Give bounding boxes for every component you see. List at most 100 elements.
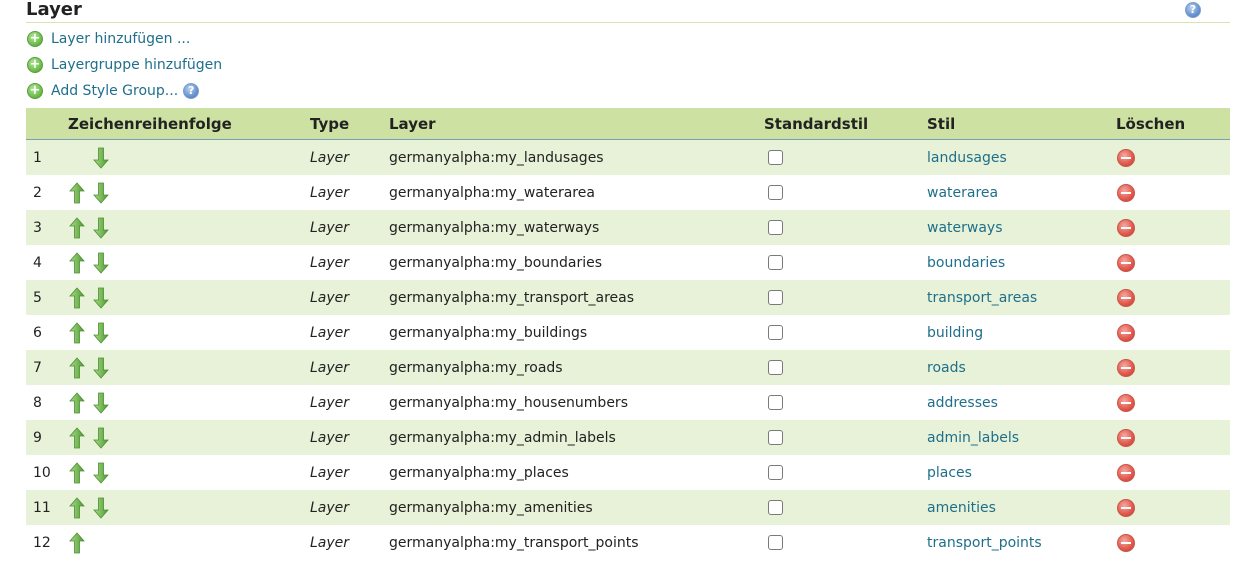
row-number: 12 [33,534,51,551]
style-cell: waterarea [927,175,998,210]
default-style-checkbox[interactable] [768,220,783,235]
row-number: 1 [33,149,42,166]
move-down-icon[interactable] [92,357,110,379]
layer-type: Layer [310,464,350,481]
layer-type: Layer [310,324,350,341]
move-down-icon[interactable] [92,497,110,519]
move-up-icon[interactable] [68,426,86,449]
style-link[interactable]: boundaries [927,255,1005,271]
move-down-icon[interactable] [92,427,110,449]
order-controls [68,140,116,175]
add-layer-link[interactable]: Layer hinzufügen ... [51,31,190,47]
delete-icon[interactable] [1117,358,1135,377]
order-controls [68,210,116,245]
add-style-group-link[interactable]: Add Style Group... [51,83,178,99]
table-row: 11 Layer germanyalpha:my_amenities amenitie… [26,490,1230,525]
table-row: 2 Layer germanyalpha:my_waterarea waterarea [26,175,1230,210]
style-link[interactable]: building [927,325,983,341]
move-up-icon[interactable] [68,531,86,554]
move-down-icon[interactable] [92,217,110,239]
layer-name: germanyalpha:my_admin_labels [389,429,616,446]
style-link[interactable]: waterways [927,220,1003,236]
move-up-icon[interactable] [68,251,86,274]
move-down-icon[interactable] [92,182,110,204]
delete-icon[interactable] [1117,533,1135,552]
delete-icon[interactable] [1117,288,1135,307]
add-layer-group-link[interactable]: Layergruppe hinzufügen [51,57,222,73]
help-icon[interactable]: ? [1185,2,1201,18]
delete-icon[interactable] [1117,463,1135,482]
table-row: 6 Layer germanyalpha:my_buildings building [26,315,1230,350]
delete-icon[interactable] [1117,393,1135,412]
default-style-cell [764,315,783,350]
order-controls [68,385,116,420]
add-style-group-action[interactable]: + Add Style Group... ? [27,82,200,100]
add-layer-group-action[interactable]: + Layergruppe hinzufügen [27,56,222,74]
delete-icon[interactable] [1117,218,1135,237]
default-style-checkbox[interactable] [768,500,783,515]
move-up-icon[interactable] [68,356,86,379]
style-link[interactable]: addresses [927,395,998,411]
move-down-icon[interactable] [92,462,110,484]
header-order: Zeichenreihenfolge [68,114,232,133]
move-up-icon[interactable] [68,496,86,519]
row-number: 10 [33,464,51,481]
style-cell: roads [927,350,966,385]
default-style-checkbox[interactable] [768,535,783,550]
layer-type: Layer [310,184,350,201]
plus-circle-icon: + [27,57,43,73]
style-link[interactable]: landusages [927,150,1007,166]
delete-icon[interactable] [1117,183,1135,202]
style-link[interactable]: places [927,465,972,481]
style-link[interactable]: waterarea [927,185,998,201]
delete-icon[interactable] [1117,323,1135,342]
style-link[interactable]: roads [927,360,966,376]
move-down-icon[interactable] [92,322,110,344]
layer-name: germanyalpha:my_amenities [389,499,593,516]
row-number: 2 [33,184,42,201]
default-style-cell [764,175,783,210]
style-link[interactable]: admin_labels [927,430,1019,446]
table-row: 12 Layer germanyalpha:my_transport_points t… [26,525,1230,560]
delete-icon[interactable] [1117,428,1135,447]
move-down-icon[interactable] [92,392,110,414]
move-up-icon[interactable] [68,181,86,204]
table-row: 4 Layer germanyalpha:my_boundaries boundari… [26,245,1230,280]
move-up-icon[interactable] [68,461,86,484]
order-controls [68,350,116,385]
default-style-checkbox[interactable] [768,290,783,305]
move-up-icon[interactable] [68,286,86,309]
style-link[interactable]: transport_points [927,535,1042,551]
style-link[interactable]: transport_areas [927,290,1037,306]
style-link[interactable]: amenities [927,500,996,516]
add-layer-action[interactable]: + Layer hinzufügen ... [27,30,190,48]
default-style-cell [764,490,783,525]
default-style-checkbox[interactable] [768,395,783,410]
default-style-checkbox[interactable] [768,325,783,340]
style-cell: boundaries [927,245,1005,280]
default-style-checkbox[interactable] [768,150,783,165]
default-style-checkbox[interactable] [768,255,783,270]
move-down-icon[interactable] [92,287,110,309]
move-up-icon[interactable] [68,216,86,239]
move-down-icon[interactable] [92,147,110,169]
help-icon[interactable]: ? [183,83,200,99]
default-style-checkbox[interactable] [768,185,783,200]
layer-type: Layer [310,289,350,306]
order-controls [68,175,116,210]
style-cell: transport_points [927,525,1042,560]
layer-name: germanyalpha:my_waterarea [389,184,595,201]
layer-type: Layer [310,394,350,411]
order-controls [68,315,116,350]
delete-icon[interactable] [1117,253,1135,272]
delete-icon[interactable] [1117,498,1135,517]
move-up-icon[interactable] [68,321,86,344]
order-controls [68,245,116,280]
default-style-checkbox[interactable] [768,430,783,445]
default-style-checkbox[interactable] [768,360,783,375]
move-down-icon[interactable] [92,252,110,274]
row-number: 5 [33,289,42,306]
delete-icon[interactable] [1117,148,1135,167]
default-style-checkbox[interactable] [768,465,783,480]
move-up-icon[interactable] [68,391,86,414]
